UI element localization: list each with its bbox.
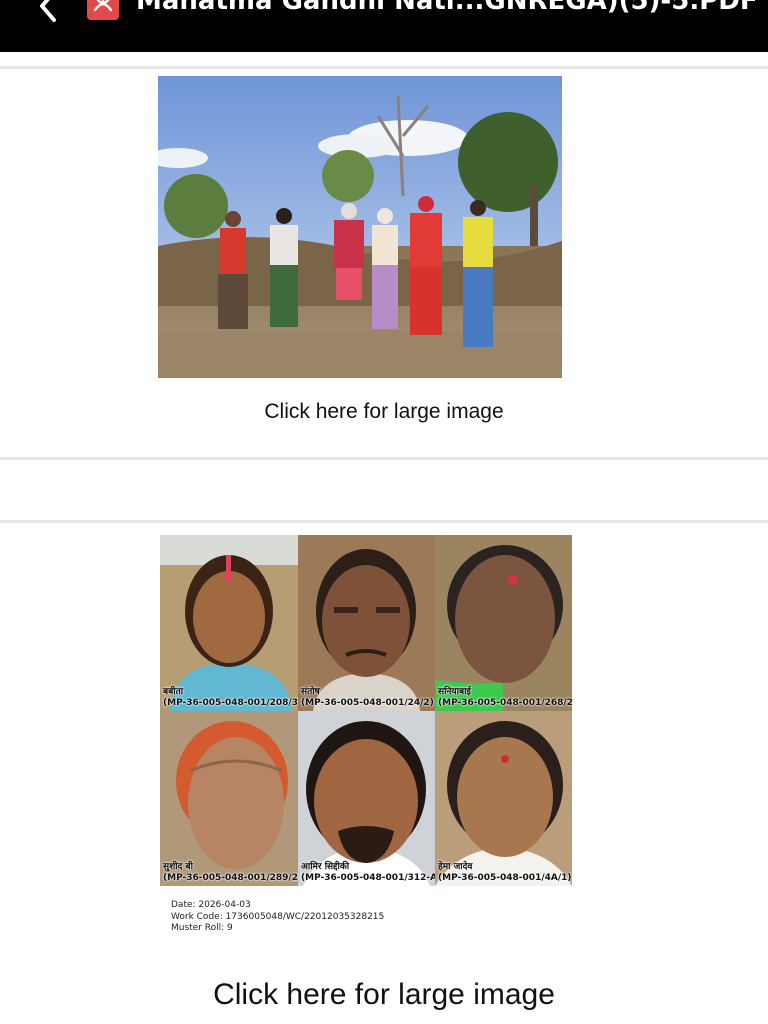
- chevron-left-icon[interactable]: [30, 0, 70, 26]
- large-image-link[interactable]: Click here for large image: [0, 398, 768, 426]
- divider: [0, 520, 768, 523]
- worker-label: आमिर सिद्दीकी (MP-36-005-048-001/312-A): [301, 862, 435, 884]
- divider: [0, 66, 768, 69]
- muster-roll-text: Muster Roll: 9: [171, 923, 233, 933]
- group-photo[interactable]: [158, 76, 562, 378]
- worker-name: हेमा जादेव: [438, 862, 473, 872]
- worker-photo: सुशीद बी (MP-36-005-048-001/289/2): [160, 711, 298, 886]
- worker-id: (MP-36-005-048-001/312-A): [301, 873, 435, 883]
- muster-metadata: Date: 2026-04-03 Work Code: 1736005048/W…: [171, 900, 384, 935]
- worker-label: सनियाबाई (MP-36-005-048-001/268/2): [438, 687, 572, 709]
- worker-id: (MP-36-005-048-001/289/2): [163, 873, 298, 883]
- worker-photo: आमिर सिद्दीकी (MP-36-005-048-001/312-A): [298, 711, 435, 886]
- worker-name: आमिर सिद्दीकी: [301, 862, 350, 872]
- worker-name: सनियाबाई: [438, 687, 471, 697]
- pdf-icon: [87, 0, 119, 20]
- worker-label: संतोष (MP-36-005-048-001/24/2): [301, 687, 434, 709]
- worker-photo: सनियाबाई (MP-36-005-048-001/268/2): [435, 535, 572, 711]
- app-bar: Mahatma Gandhi Nati...GNREGA)(5)-5.PDF: [0, 0, 768, 52]
- worker-name: बबीता: [163, 687, 184, 697]
- worker-photo-grid[interactable]: बबीता (MP-36-005-048-001/208/3) संतोष (M…: [160, 535, 572, 886]
- worker-label: बबीता (MP-36-005-048-001/208/3): [163, 687, 298, 709]
- worker-photo: बबीता (MP-36-005-048-001/208/3): [160, 535, 298, 711]
- worker-label: सुशीद बी (MP-36-005-048-001/289/2): [163, 862, 298, 884]
- worker-photo: हेमा जादेव (MP-36-005-048-001/4A/1): [435, 711, 572, 886]
- divider: [0, 457, 768, 460]
- worker-id: (MP-36-005-048-001/24/2): [301, 698, 434, 708]
- worker-photo: संतोष (MP-36-005-048-001/24/2): [298, 535, 435, 711]
- document-title: Mahatma Gandhi Nati...GNREGA)(5)-5.PDF: [136, 0, 758, 16]
- worker-id: (MP-36-005-048-001/208/3): [163, 698, 298, 708]
- work-code-text: Work Code: 1736005048/WC/22012035328215: [171, 911, 385, 922]
- worker-label: हेमा जादेव (MP-36-005-048-001/4A/1): [438, 862, 572, 884]
- worker-name: सुशीद बी: [163, 862, 193, 872]
- worker-id: (MP-36-005-048-001/268/2): [438, 698, 572, 708]
- date-text: Date: 2026-04-03: [171, 900, 251, 910]
- worker-id: (MP-36-005-048-001/4A/1): [438, 873, 572, 883]
- worker-name: संतोष: [301, 687, 320, 697]
- large-image-link[interactable]: Click here for large image: [0, 976, 768, 1014]
